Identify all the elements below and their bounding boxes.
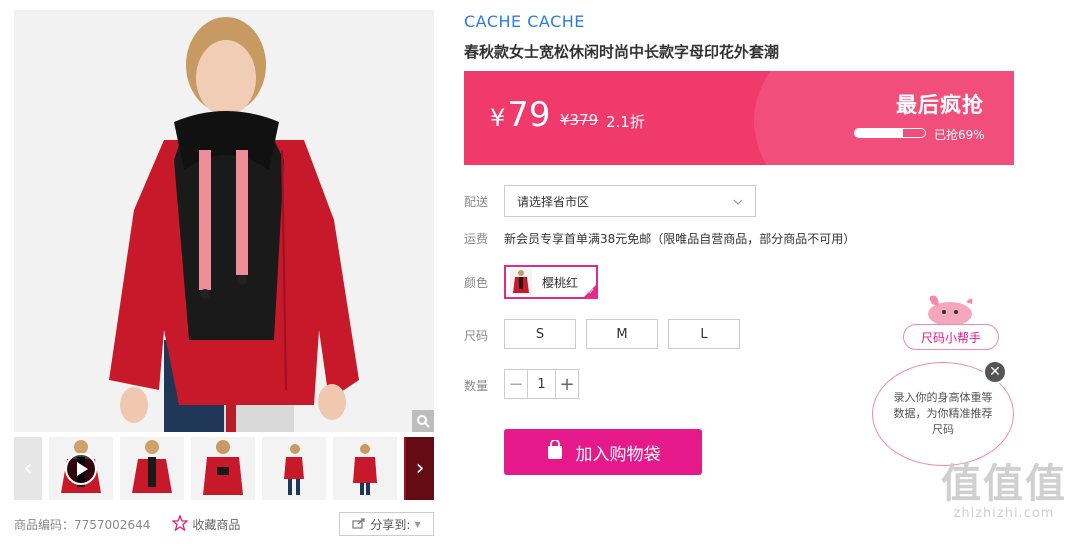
color-swatch-image (510, 269, 532, 295)
star-icon (171, 513, 190, 534)
add-to-cart-button[interactable]: 加入购物袋 (504, 429, 702, 475)
size-helper-button[interactable]: 尺码小帮手 (903, 324, 999, 350)
caret-down-icon: ▼ (414, 519, 421, 529)
chevron-down-icon (733, 195, 743, 208)
increase-button[interactable]: + (556, 370, 578, 398)
share-label: 分享到: (370, 517, 411, 532)
quantity-label: 数量 (464, 379, 489, 393)
thumbnail-video[interactable] (49, 437, 113, 500)
original-price: ¥379 (560, 111, 599, 129)
region-placeholder: 请选择省市区 (517, 194, 590, 209)
discount-rate: 2.1折 (606, 113, 645, 131)
delivery-label: 配送 (464, 195, 489, 209)
add-to-cart-label: 加入购物袋 (575, 444, 661, 465)
check-icon: ✓ (588, 287, 595, 296)
shipping-info: 新会员专享首单满38元免邮（限唯品自营商品，部分商品不可用） (504, 232, 856, 246)
brand-name[interactable]: CACHE CACHE (464, 12, 585, 31)
thumbnail-strip: ‹ › (14, 437, 434, 500)
color-name: 樱桃红 (542, 275, 579, 290)
currency-symbol: ¥ (490, 104, 506, 132)
close-icon[interactable]: ✕ (983, 360, 1007, 384)
size-label: 尺码 (464, 329, 489, 343)
size-option-m[interactable]: M (586, 319, 658, 349)
product-title: 春秋款女士宽松休闲时尚中长款字母印花外套潮 (464, 43, 780, 61)
favorite-label: 收藏商品 (192, 517, 241, 532)
thumbnail-image[interactable] (333, 437, 397, 500)
site-watermark: 值值值 zhizhizhi.com (930, 462, 1078, 521)
share-button[interactable]: 分享到: ▼ (339, 512, 434, 536)
meta-row: 商品编码：7757002644 收藏商品 分享到: ▼ (14, 512, 434, 536)
chevron-right-icon[interactable]: › (406, 437, 434, 500)
quantity-stepper: − 1 + (504, 369, 579, 399)
price-banner: ¥79 ¥379 2.1折 最后疯抢 已抢69% (464, 71, 1014, 165)
magnifier-icon[interactable] (412, 410, 434, 432)
sold-progress-text: 已抢69% (934, 128, 985, 142)
shipping-label: 运费 (464, 232, 489, 246)
chevron-left-icon[interactable]: ‹ (14, 437, 42, 500)
size-option-l[interactable]: L (668, 319, 740, 349)
main-product-image[interactable] (14, 10, 434, 432)
price-value: 79 (507, 95, 551, 135)
flash-sale-label: 最后疯抢 (896, 93, 984, 117)
quantity-input[interactable]: 1 (527, 370, 556, 398)
color-label: 颜色 (464, 276, 489, 290)
color-option-selected[interactable]: 樱桃红 ✓ (504, 265, 598, 299)
play-icon[interactable] (65, 453, 97, 485)
shopping-bag-icon (546, 438, 564, 465)
current-price: ¥79 (490, 95, 551, 135)
region-select[interactable]: 请选择省市区 (504, 185, 756, 217)
watermark-url: zhizhizhi.com (953, 506, 1055, 521)
thumbnail-image[interactable] (262, 437, 326, 500)
thumbnail-image[interactable] (191, 437, 255, 500)
sold-progress-bar (854, 128, 926, 138)
sold-progress-fill (855, 129, 904, 137)
thumbnail-image[interactable] (120, 437, 184, 500)
size-option-s[interactable]: S (504, 319, 576, 349)
watermark-logo: 值值值 (941, 461, 1067, 507)
favorite-button[interactable]: 收藏商品 (171, 513, 241, 534)
sku-code: 商品编码：7757002644 (14, 517, 151, 532)
share-icon (352, 517, 366, 532)
decrease-button[interactable]: − (505, 370, 527, 398)
